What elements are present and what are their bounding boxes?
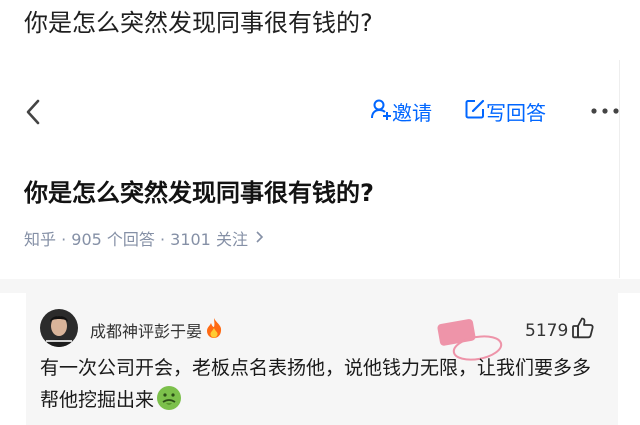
write-answer-button[interactable]: 写回答 bbox=[464, 96, 546, 126]
comment-author-name: 成都神评彭于晏 bbox=[90, 322, 203, 341]
chevron-right-icon bbox=[254, 229, 264, 248]
question-meta-text: 知乎 · 905 个回答 · 3101 关注 bbox=[24, 230, 248, 249]
comment-text: 有一次公司开会，老板点名表扬他，说他钱力无限，让我们要多多帮他挖掘出来 bbox=[40, 352, 605, 421]
more-icon[interactable] bbox=[588, 96, 622, 126]
page-heading: 你是怎么突然发现同事很有钱的? bbox=[24, 9, 373, 37]
like-button[interactable]: 5179 bbox=[525, 316, 595, 345]
fire-emoji-icon bbox=[204, 317, 224, 343]
question-meta[interactable]: 知乎 · 905 个回答 · 3101 关注 bbox=[24, 226, 264, 250]
sick-face-emoji-icon bbox=[156, 385, 182, 421]
thumbs-up-icon bbox=[571, 316, 595, 345]
question-title[interactable]: 你是怎么突然发现同事很有钱的? bbox=[24, 175, 374, 211]
like-count: 5179 bbox=[525, 320, 569, 341]
write-answer-label: 写回答 bbox=[486, 100, 546, 125]
comment-author[interactable]: 成都神评彭于晏 bbox=[90, 317, 224, 343]
back-arrow-icon[interactable] bbox=[22, 97, 44, 127]
avatar[interactable] bbox=[40, 309, 78, 347]
invite-button[interactable]: 邀请 bbox=[370, 96, 432, 126]
user-icon bbox=[370, 98, 392, 125]
edit-icon bbox=[464, 98, 486, 125]
invite-label: 邀请 bbox=[392, 100, 432, 125]
comment-text-content: 有一次公司开会，老板点名表扬他，说他钱力无限，让我们要多多帮他挖掘出来 bbox=[40, 357, 592, 411]
section-divider bbox=[0, 279, 640, 293]
